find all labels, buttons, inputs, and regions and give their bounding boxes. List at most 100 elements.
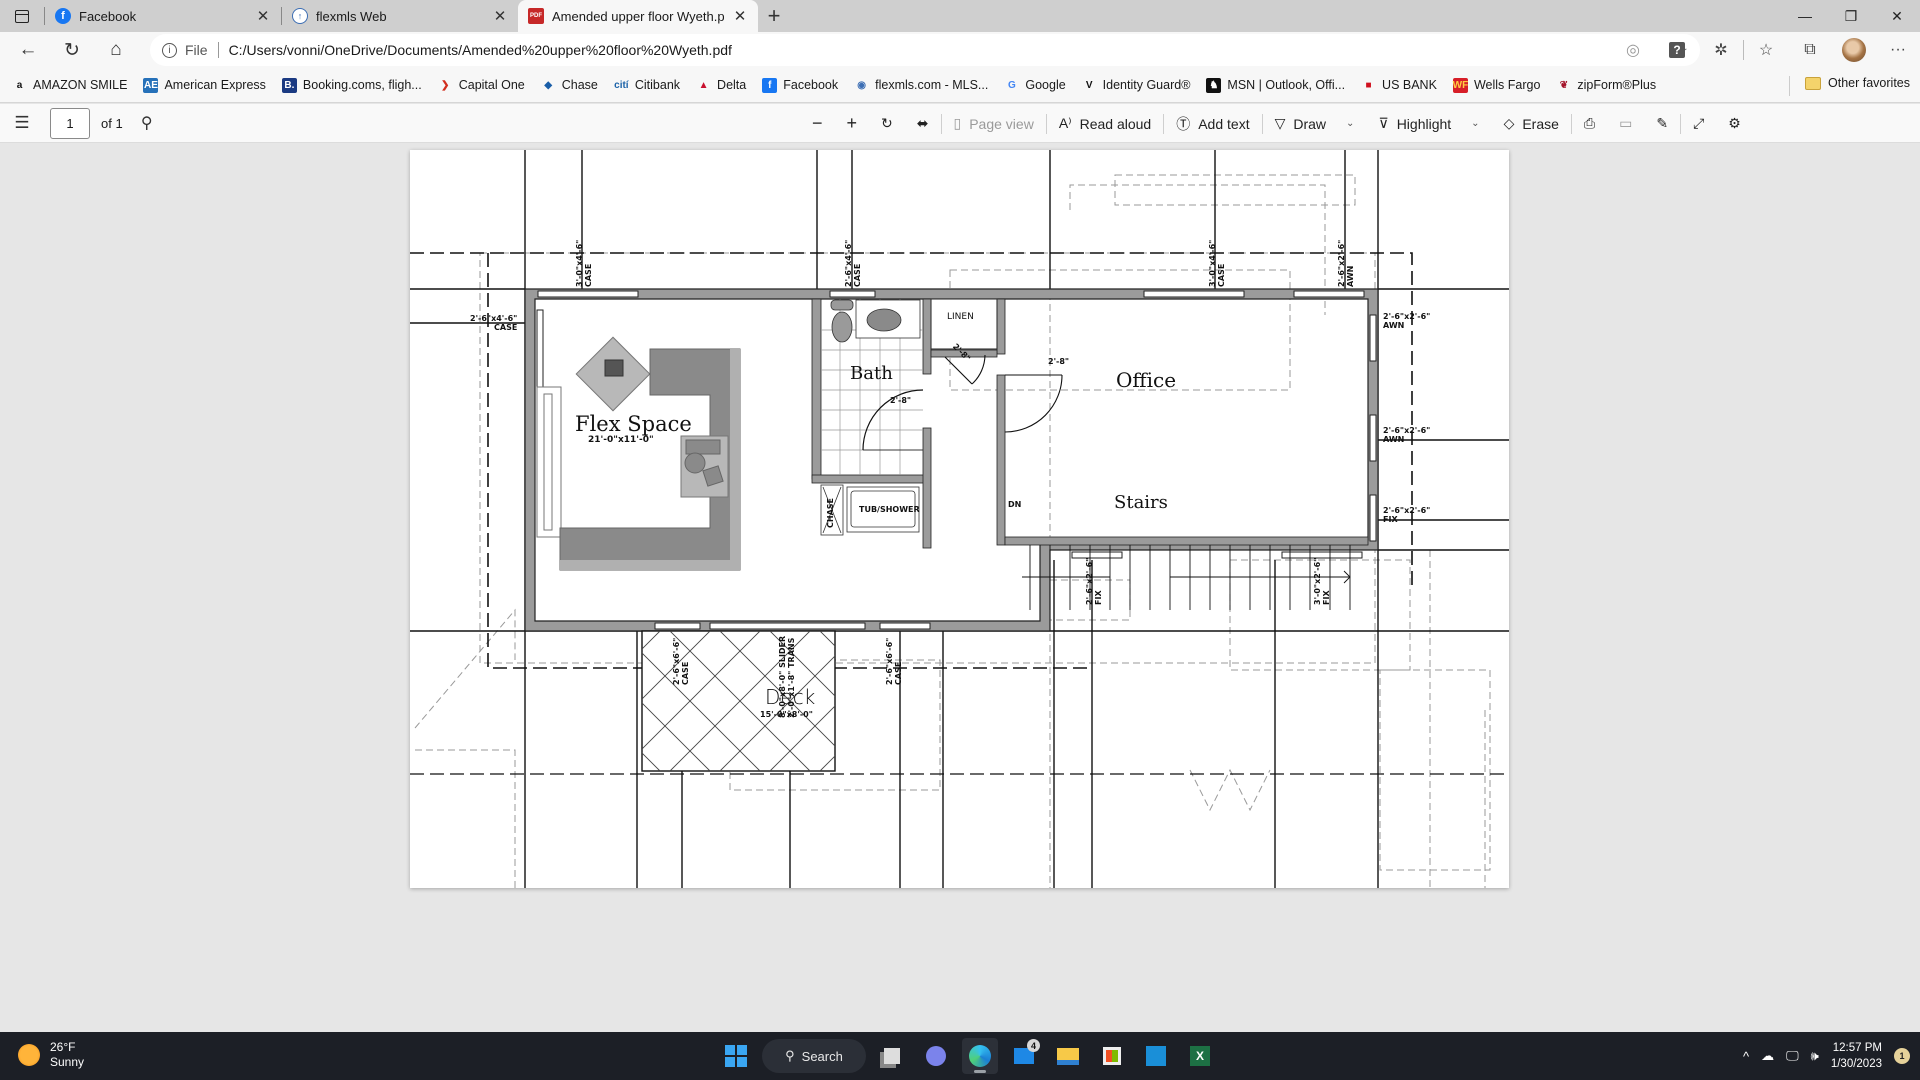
taskbar-search[interactable]: ⚲ Search	[762, 1039, 866, 1073]
edge-button[interactable]	[962, 1038, 998, 1074]
page-number-input[interactable]: 1	[50, 107, 90, 139]
favorite-us-bank[interactable]: ■ US BANK	[1361, 78, 1437, 93]
favorite-amazon[interactable]: a AMAZON SMILE	[12, 78, 128, 93]
tab-flexmls[interactable]: ↑ flexmls Web ✕	[282, 0, 518, 32]
favorite-label: Identity Guard®	[1102, 78, 1191, 92]
teams-chat-button[interactable]	[918, 1038, 954, 1074]
help-extension-button[interactable]: ?	[1655, 32, 1699, 68]
weather-widget[interactable]: 26°F Sunny	[18, 1040, 84, 1070]
profile-button[interactable]	[1832, 32, 1876, 68]
start-button[interactable]	[718, 1038, 754, 1074]
door-dim: 2'-8"	[890, 396, 912, 405]
save-as-button[interactable]: ✎	[1644, 104, 1680, 143]
minimize-button[interactable]: —	[1782, 0, 1828, 32]
print-button[interactable]: ⎙	[1572, 104, 1607, 143]
address-bar[interactable]: i File C:/Users/vonni/OneDrive/Documents…	[150, 34, 1700, 66]
add-text-button[interactable]: Ⓣ Add text	[1164, 104, 1261, 143]
close-window-button[interactable]: ✕	[1874, 0, 1920, 32]
fullscreen-button[interactable]: ⤢	[1681, 104, 1716, 143]
favorite-citibank[interactable]: cití Citibank	[614, 78, 680, 93]
other-favorites-button[interactable]: Other favorites	[1805, 76, 1910, 90]
onedrive-icon[interactable]: ☁	[1761, 1048, 1774, 1064]
wells-fargo-icon: WF	[1452, 77, 1469, 93]
favorite-msn[interactable]: ♞ MSN | Outlook, Offi...	[1206, 77, 1346, 93]
close-tab-icon[interactable]: ✕	[255, 7, 271, 25]
save-button[interactable]: ▭	[1607, 104, 1644, 143]
window-callout: 2'-6"x2'-6" AWN	[1383, 312, 1431, 330]
favorite-chase[interactable]: ◆ Chase	[541, 78, 598, 93]
identity-guard-icon: V	[1085, 79, 1093, 91]
chevron-down-icon[interactable]: ⌄	[1471, 118, 1479, 129]
close-tab-icon[interactable]: ✕	[732, 7, 748, 25]
window-callout: 2'-6"x2'-6" AWN	[1383, 426, 1431, 444]
favorite-capital-one[interactable]: ❯ Capital One	[438, 78, 525, 93]
home-button[interactable]: ⌂	[94, 32, 138, 68]
tab-facebook[interactable]: f Facebook ✕	[45, 0, 281, 32]
favorite-identity-guard[interactable]: V Identity Guard®	[1082, 78, 1191, 93]
favorite-wells-fargo[interactable]: WF Wells Fargo	[1452, 77, 1540, 93]
erase-button[interactable]: ◇ Erase	[1492, 104, 1571, 143]
favorite-booking[interactable]: B. Booking.coms, fligh...	[281, 77, 422, 93]
url-text[interactable]: C:/Users/vonni/OneDrive/Documents/Amende…	[229, 42, 732, 58]
store-button[interactable]	[1094, 1038, 1130, 1074]
app-button[interactable]	[1138, 1038, 1174, 1074]
favorite-zipform[interactable]: ❦ zipForm®Plus	[1556, 78, 1656, 93]
restore-button[interactable]: ❐	[1828, 0, 1874, 32]
windows-logo-icon	[725, 1045, 747, 1067]
room-label-office: Office	[1116, 368, 1177, 392]
back-button[interactable]: ←	[6, 32, 50, 68]
more-menu-icon[interactable]: ···	[1876, 32, 1920, 68]
zoom-in-button[interactable]: +	[835, 104, 870, 143]
search-label: Search	[801, 1048, 843, 1064]
favorite-delta[interactable]: ▲ Delta	[696, 78, 747, 93]
sun-icon	[18, 1044, 40, 1066]
chevron-down-icon[interactable]: ⌄	[1346, 118, 1354, 129]
fit-to-page-button[interactable]: ⬌	[905, 104, 941, 143]
task-view-button[interactable]	[874, 1038, 910, 1074]
file-explorer-button[interactable]	[1050, 1038, 1086, 1074]
favorite-facebook[interactable]: f Facebook	[762, 77, 838, 93]
draw-button[interactable]: ▽ Draw ⌄	[1263, 104, 1367, 143]
highlight-button[interactable]: ⊽ Highlight ⌄	[1366, 104, 1491, 143]
pdf-tools: − + ↻ ⬌ ▯ Page view A⁾ Read aloud Ⓣ Add tex…	[800, 104, 1753, 143]
favorite-google[interactable]: G Google	[1004, 78, 1066, 93]
notification-badge[interactable]: 1	[1894, 1048, 1910, 1064]
contents-list-icon[interactable]: ☰	[0, 104, 44, 143]
mail-button[interactable]: 4	[1006, 1038, 1042, 1074]
copilot-icon[interactable]: ◎	[1611, 32, 1655, 68]
read-aloud-button[interactable]: A⁾ Read aloud	[1047, 104, 1163, 143]
settings-gear-icon[interactable]: ⚙	[1716, 104, 1753, 143]
taskbar-apps: ⚲ Search 4 X	[718, 1038, 1218, 1074]
new-tab-button[interactable]: +	[758, 0, 790, 32]
tab-actions-button[interactable]	[0, 0, 44, 32]
favorite-label: MSN | Outlook, Offi...	[1227, 78, 1346, 92]
favorites-icon[interactable]: ☆	[1744, 32, 1788, 68]
show-hidden-icons[interactable]: ^	[1743, 1049, 1749, 1064]
pdf-viewer-area[interactable]: Flex Space 21'-0"x11'-0" Bath Office Sta…	[0, 144, 1920, 1032]
navigation-bar: ← ↻ ⌂ i File C:/Users/vonni/OneDrive/Doc…	[0, 32, 1920, 68]
info-icon[interactable]: i	[162, 42, 177, 58]
window-callout: 3'-0"x2'-6" FIX	[1313, 557, 1331, 605]
page-view-button[interactable]: ▯ Page view	[942, 104, 1046, 143]
close-tab-icon[interactable]: ✕	[492, 7, 508, 25]
favorite-amex[interactable]: AE American Express	[143, 77, 266, 93]
favorite-flexmls[interactable]: ◉ flexmls.com - MLS...	[854, 78, 988, 93]
tab-pdf[interactable]: PDF Amended upper floor Wyeth.pdf ✕	[518, 0, 758, 32]
window-callout: 3'-0"x4'-6" CASE	[575, 239, 593, 287]
volume-icon[interactable]: 🕪	[1811, 1048, 1819, 1064]
room-label-linen: LINEN	[947, 312, 974, 322]
extensions-icon[interactable]: ✲	[1699, 32, 1743, 68]
zoom-out-button[interactable]: −	[800, 104, 835, 143]
favorite-label: Citibank	[634, 78, 681, 92]
page-view-label: Page view	[969, 115, 1034, 132]
excel-button[interactable]: X	[1182, 1038, 1218, 1074]
find-search-icon[interactable]: ⚲	[127, 104, 167, 143]
network-icon[interactable]: 🖵	[1786, 1048, 1799, 1064]
collections-icon[interactable]: ⧉	[1788, 32, 1832, 68]
refresh-button[interactable]: ↻	[50, 32, 94, 68]
favorite-label: Capital One	[458, 78, 525, 92]
pdf-toolbar: ☰ 1 of 1 ⚲ − + ↻ ⬌ ▯ Page view A⁾ Read alo…	[0, 104, 1920, 143]
clock[interactable]: 12:57 PM 1/30/2023	[1831, 1040, 1882, 1072]
room-label-stairs: Stairs	[1112, 492, 1170, 513]
rotate-button[interactable]: ↻	[869, 104, 905, 143]
